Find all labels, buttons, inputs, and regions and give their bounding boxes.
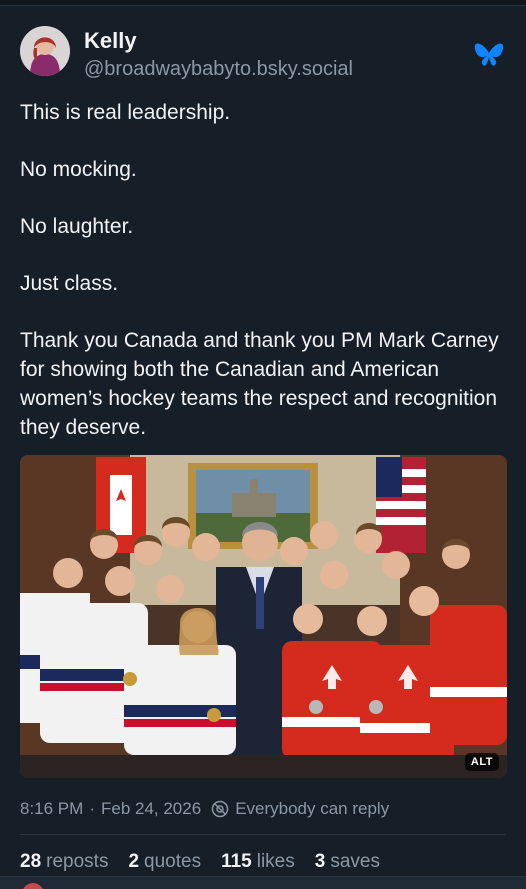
post-text-line: Just class. [20, 272, 119, 295]
post-date: Feb 24, 2026 [100, 799, 202, 818]
saves-label: saves [330, 851, 380, 872]
post-meta: 8:16 PM · Feb 24, 2026 Everybody can rep… [20, 799, 389, 819]
reply-setting[interactable]: Everybody can reply [235, 799, 389, 819]
likes-count: 115 [221, 851, 252, 872]
author-handle[interactable]: @broadwaybabyto.bsky.social [84, 58, 353, 81]
alt-badge[interactable]: ALT [464, 753, 499, 771]
meta-divider [20, 834, 506, 835]
author-name[interactable]: Kelly [84, 28, 137, 54]
post-text-line: No mocking. [20, 158, 137, 181]
post-image[interactable]: ALT [20, 455, 507, 778]
engagement-stats: 28 reposts 2 quotes 115 likes 3 saves [20, 851, 400, 873]
quotes-count: 2 [128, 851, 140, 872]
quotes-stat[interactable]: 2 quotes [128, 851, 201, 873]
reply-composer-bar[interactable] [0, 876, 526, 889]
likes-label: likes [256, 851, 295, 872]
post-time: 8:16 PM [20, 799, 84, 818]
reply-setting-icon [211, 800, 229, 818]
avatar-image [20, 26, 70, 76]
saves-stat[interactable]: 3 saves [315, 851, 380, 873]
saves-count: 3 [314, 851, 326, 872]
reposts-label: reposts [46, 851, 109, 872]
reposts-stat[interactable]: 28 reposts [20, 851, 108, 873]
likes-stat[interactable]: 115 likes [221, 851, 295, 873]
team-photo [20, 455, 507, 778]
post-text-line: This is real leadership. [20, 101, 231, 124]
meta-separator: · [89, 799, 95, 818]
post-header: Kelly @broadwaybabyto.bsky.social [20, 26, 506, 84]
top-divider [0, 0, 526, 6]
reposts-count: 28 [20, 851, 42, 872]
quotes-label: quotes [144, 851, 202, 872]
avatar[interactable] [20, 26, 70, 76]
post-text: This is real leadership. No mocking. No … [20, 98, 500, 442]
post-text-line: Thank you Canada and thank you PM Mark C… [20, 329, 499, 439]
bluesky-butterfly-icon [474, 43, 504, 66]
post-text-line: No laughter. [20, 215, 134, 238]
